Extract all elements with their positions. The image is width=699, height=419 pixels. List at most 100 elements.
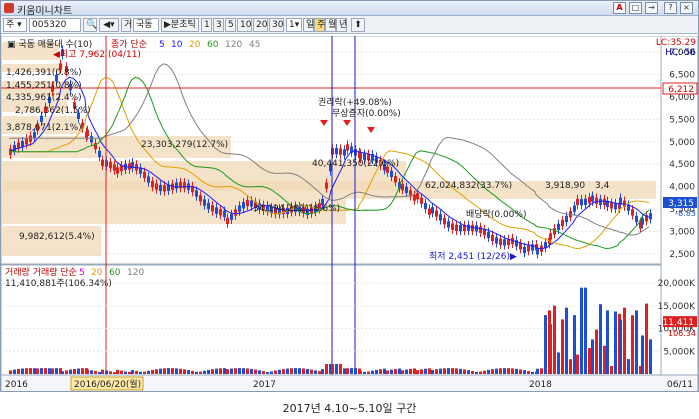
font-button[interactable]: A (613, 2, 626, 14)
volume-bar (120, 370, 123, 374)
candle-body (467, 224, 470, 231)
volume-profile-label: 3,4 (595, 181, 610, 191)
volume-bar (310, 369, 313, 374)
market-select[interactable]: 주 ▾ (3, 18, 27, 32)
volume-bar (98, 371, 101, 374)
price-tick-label: 4,000 (669, 183, 695, 193)
help-icon[interactable]: ? (664, 2, 677, 14)
upload-icon[interactable]: ⬆ (351, 18, 365, 32)
volume-bar (9, 370, 12, 374)
x-tick-label: 06/11 (667, 380, 693, 390)
frame-year[interactable]: 년 (336, 18, 347, 32)
volume-bar (635, 310, 638, 374)
volume-bar (455, 368, 458, 374)
candle-body (401, 184, 404, 191)
interval-split-button[interactable]: ▶분초틱 (161, 18, 199, 32)
ma-period-label: 5 (159, 40, 165, 50)
candle-body (588, 197, 591, 204)
candle-body (394, 176, 397, 183)
volume-bar (128, 371, 131, 374)
candle-body (143, 171, 146, 178)
candle-body (649, 213, 652, 220)
candle-body (428, 208, 431, 215)
volume-bar (203, 370, 206, 374)
period-30[interactable]: 30 (269, 18, 284, 32)
hc-label: HC:-56 (665, 48, 696, 58)
candle-body (595, 197, 598, 204)
volume-bar (346, 368, 349, 374)
candle-body (610, 202, 613, 209)
app-logo-icon (4, 3, 14, 13)
volume-bar (65, 370, 68, 374)
candle-body (234, 209, 237, 216)
candle-body (223, 210, 226, 217)
search-icon[interactable]: 🔍 (83, 18, 97, 32)
volume-bar (409, 368, 412, 374)
stock-chart[interactable]: 7,0006,5006,0005,5005,0004,5004,0003,500… (1, 36, 698, 392)
candle-body (101, 159, 104, 166)
volume-bar (274, 370, 277, 374)
period-3[interactable]: 3 (213, 18, 224, 32)
speaker-icon[interactable]: ◀▾ (99, 18, 119, 32)
price-tick-label: 4,500 (669, 160, 695, 170)
volume-bar (331, 364, 334, 374)
volume-bar (254, 369, 257, 374)
cursor-date-label: 2016/06/20(월) (74, 378, 141, 390)
lc-label: LC:35.29 (656, 38, 696, 48)
volume-bar (86, 369, 89, 374)
price-tick-label: 3,000 (669, 228, 695, 238)
candle-body (335, 147, 338, 155)
candle-body (113, 164, 116, 171)
price-tick-label: 2,500 (669, 250, 695, 260)
volume-bar (226, 369, 229, 374)
volume-bar (223, 368, 226, 374)
code-input[interactable]: 005320 (29, 18, 81, 32)
period-5[interactable]: 5 (225, 18, 236, 32)
candle-body (584, 198, 587, 205)
volume-bar (619, 319, 622, 374)
volume-bar (424, 368, 427, 374)
volume-bar (343, 368, 346, 374)
candle-body (413, 194, 416, 201)
candle-body (219, 209, 222, 216)
candle-body (109, 161, 112, 169)
volume-bar (471, 371, 474, 374)
period-count-select[interactable]: 1▾ (286, 18, 302, 32)
period-1[interactable]: 1 (201, 18, 212, 32)
volume-bar (531, 371, 534, 374)
volume-bar (354, 368, 357, 374)
candle-body (420, 197, 423, 204)
volume-bar (499, 368, 502, 374)
volume-bar (250, 368, 253, 374)
candle-body (25, 138, 28, 145)
candle-body (199, 195, 202, 202)
volume-bar (302, 368, 305, 374)
period-10[interactable]: 10 (237, 18, 252, 32)
volume-bar (435, 369, 438, 374)
volume-bar (386, 370, 389, 374)
restore-icon[interactable]: □ (629, 2, 642, 14)
volume-bar (401, 370, 404, 374)
candle-body (325, 182, 328, 189)
volume-profile-label: 2,786,362(1.5%) (15, 106, 91, 116)
volume-bar (523, 370, 526, 374)
candle-body (40, 115, 43, 122)
volume-bar (507, 368, 510, 374)
volume-bar (459, 368, 462, 374)
candle-body (435, 210, 438, 217)
volume-bar (413, 368, 416, 374)
volume-profile-label: 62,024,832(33.7%) (425, 181, 512, 191)
candle-body (98, 150, 101, 158)
volume-bar (367, 371, 370, 374)
frame-week[interactable]: 주 (314, 18, 325, 32)
volume-bar (463, 369, 466, 374)
period-20[interactable]: 20 (253, 18, 268, 32)
volume-bar (540, 368, 543, 374)
share-icon[interactable]: → (645, 2, 658, 14)
frame-month[interactable]: 월 (325, 18, 336, 32)
volume-bar (379, 369, 382, 374)
candle-body (619, 197, 622, 204)
volume-bar (195, 371, 198, 374)
frame-day[interactable]: 일 (303, 18, 314, 32)
close-icon[interactable]: × (680, 2, 693, 14)
